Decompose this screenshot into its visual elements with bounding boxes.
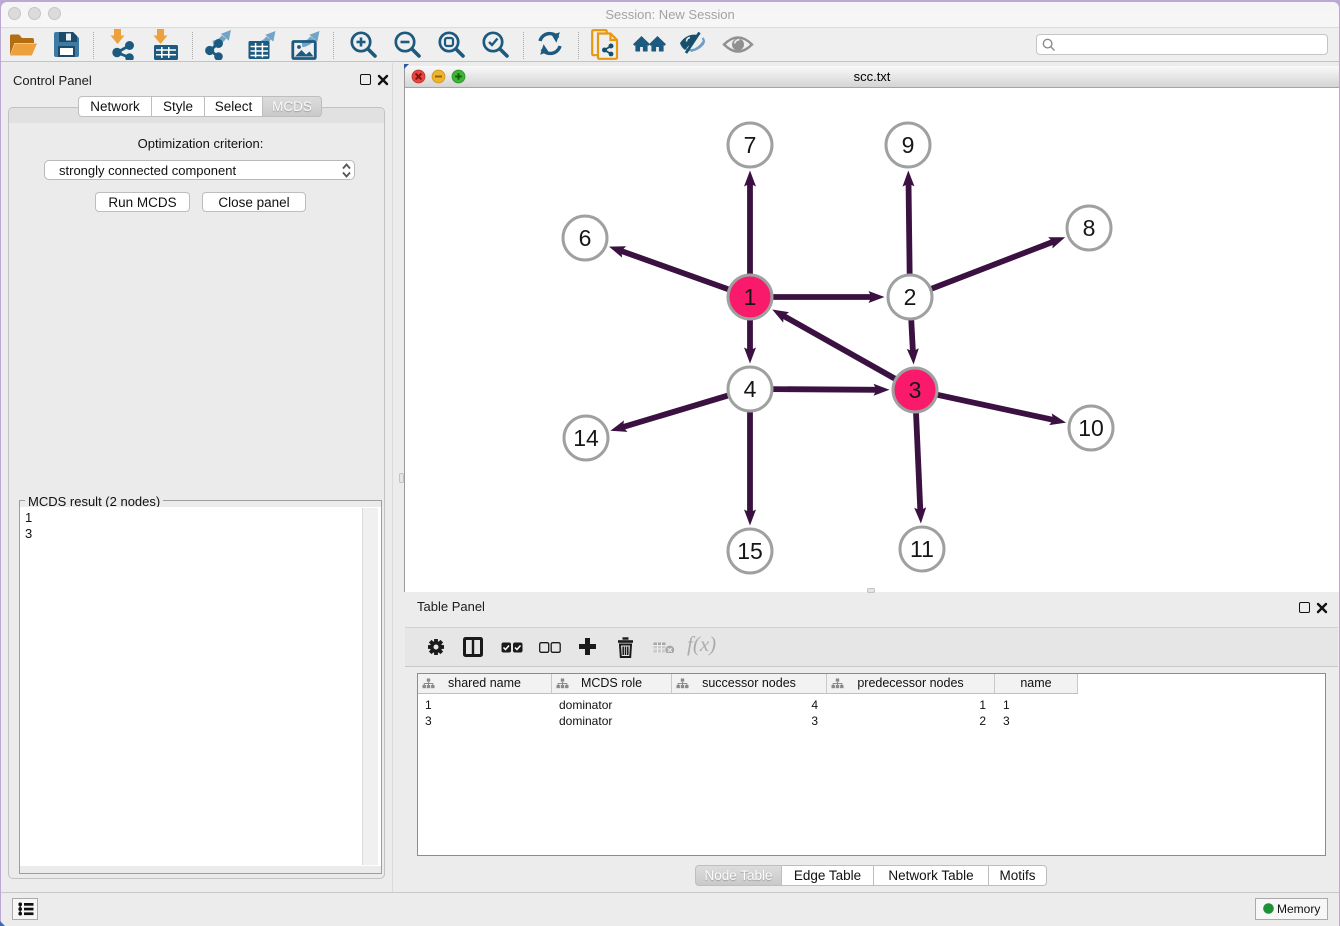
svg-text:6: 6 <box>579 225 592 251</box>
svg-text:11: 11 <box>910 536 934 562</box>
svg-text:15: 15 <box>737 538 763 564</box>
svg-text:9: 9 <box>902 132 915 158</box>
svg-text:7: 7 <box>744 132 757 158</box>
svg-text:2: 2 <box>904 284 917 310</box>
svg-text:1: 1 <box>744 284 757 310</box>
svg-text:10: 10 <box>1078 415 1104 441</box>
svg-text:4: 4 <box>744 376 757 402</box>
svg-text:14: 14 <box>573 425 599 451</box>
svg-text:3: 3 <box>909 377 922 403</box>
svg-text:8: 8 <box>1083 215 1096 241</box>
